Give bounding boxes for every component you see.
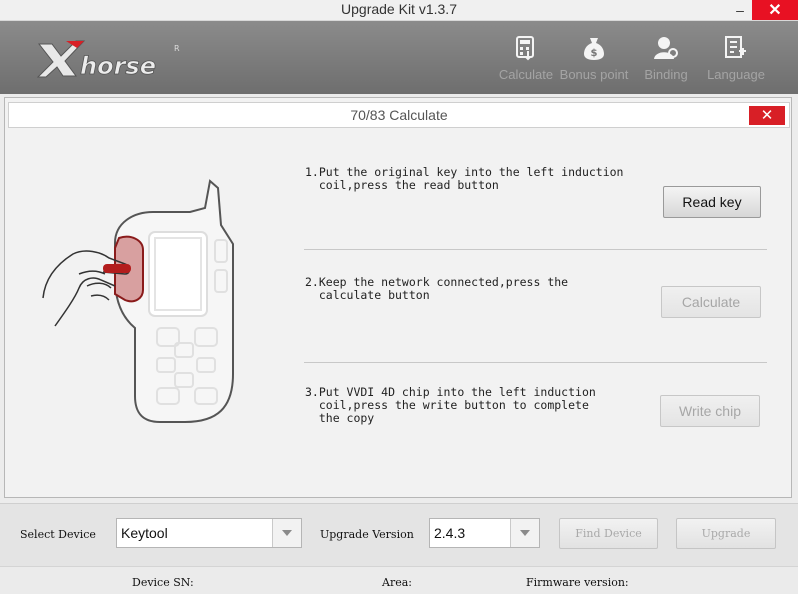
calculate-dialog: 70/83 Calculate ✕ 1.Put the original key…	[4, 97, 792, 498]
chevron-down-icon[interactable]	[510, 519, 539, 547]
version-select-value: 2.4.3	[434, 525, 466, 541]
window-title: Upgrade Kit v1.3.7	[341, 1, 457, 17]
device-select[interactable]: Keytool	[116, 518, 302, 548]
device-sn-label: Device SN:	[132, 576, 194, 589]
app-header: horse R Calculate $ Bonus point Binding …	[0, 21, 798, 94]
key-programmer-illustration	[35, 178, 245, 433]
svg-text:horse: horse	[80, 52, 156, 80]
step-2-text: 2.Keep the network connected,press the c…	[305, 275, 569, 302]
nav-calculate[interactable]: Calculate	[497, 33, 555, 93]
language-icon	[724, 33, 748, 63]
device-toolbar: Select Device Keytool Upgrade Version 2.…	[0, 503, 798, 566]
nav-label: Language	[707, 67, 765, 82]
minimize-button[interactable]: –	[726, 0, 754, 20]
divider	[304, 249, 767, 250]
window-titlebar: Upgrade Kit v1.3.7 – ✕	[0, 0, 798, 21]
step-1-text: 1.Put the original key into the left ind…	[305, 165, 624, 192]
nav-language[interactable]: Language	[703, 33, 769, 93]
calculator-icon	[515, 33, 537, 63]
status-bar: Device SN: Area: Firmware version:	[0, 566, 798, 594]
nav-label: Bonus point	[559, 67, 629, 82]
svg-text:R: R	[174, 44, 180, 53]
version-select[interactable]: 2.4.3	[429, 518, 540, 548]
firmware-version-label: Firmware version:	[526, 576, 629, 589]
read-key-button[interactable]: Read key	[663, 186, 761, 218]
nav-label: Binding	[644, 67, 688, 82]
write-chip-button[interactable]: Write chip	[660, 395, 760, 427]
upgrade-version-label: Upgrade Version	[320, 528, 414, 541]
chevron-down-icon[interactable]	[272, 519, 301, 547]
calculate-button[interactable]: Calculate	[661, 286, 761, 318]
dialog-close-button[interactable]: ✕	[749, 106, 785, 125]
upgrade-button[interactable]: Upgrade	[676, 518, 776, 549]
find-device-button[interactable]: Find Device	[559, 518, 658, 549]
select-device-label: Select Device	[20, 528, 96, 541]
nav-binding[interactable]: Binding	[636, 33, 696, 93]
svg-text:$: $	[591, 48, 598, 59]
user-link-icon	[653, 33, 679, 63]
nav-bonus-point[interactable]: $ Bonus point	[558, 33, 630, 93]
money-bag-icon: $	[582, 33, 606, 63]
area-label: Area:	[382, 576, 412, 589]
nav-label: Calculate	[498, 67, 554, 82]
window-close-button[interactable]: ✕	[752, 0, 798, 20]
step-3-text: 3.Put VVDI 4D chip into the left inducti…	[305, 385, 596, 425]
xhorse-logo: horse R	[36, 39, 186, 86]
device-select-value: Keytool	[121, 525, 168, 541]
dialog-title: 70/83 Calculate	[8, 102, 790, 128]
divider	[304, 362, 767, 363]
